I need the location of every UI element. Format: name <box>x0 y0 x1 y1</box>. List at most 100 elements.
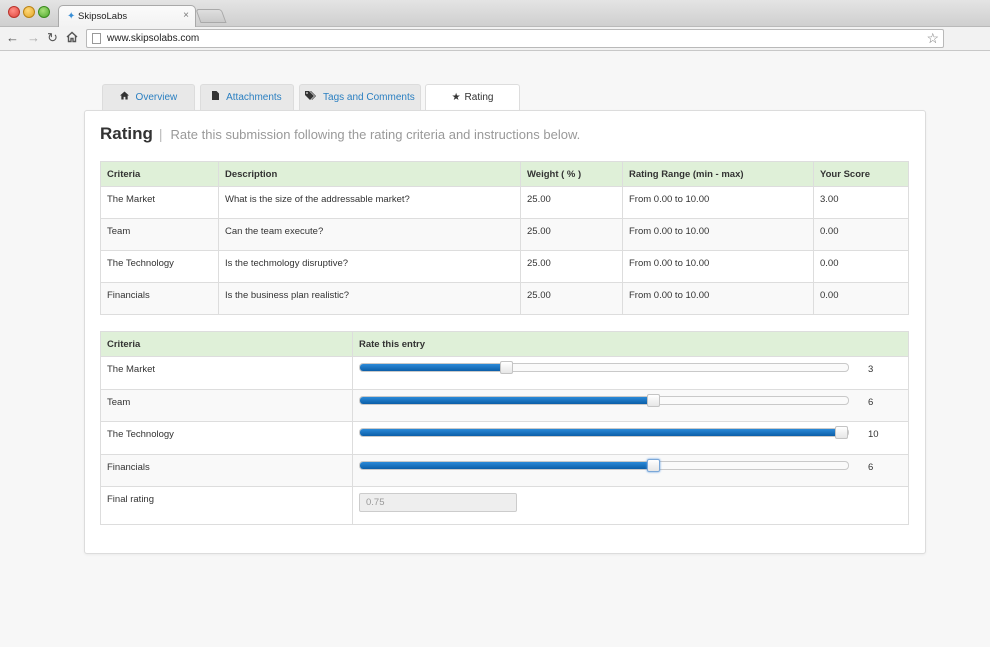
page-icon <box>92 33 101 44</box>
final-rating-cell <box>352 486 909 525</box>
column-header: Description <box>218 161 521 187</box>
slider-fill <box>360 429 841 436</box>
home-button-icon[interactable] <box>66 31 78 46</box>
page-subtitle: Rate this submission following the ratin… <box>170 127 581 142</box>
slider-handle[interactable] <box>646 393 660 407</box>
rating-slider-team[interactable] <box>359 393 849 407</box>
tab-rating[interactable]: ★ Rating <box>425 84 520 111</box>
slider-handle[interactable] <box>646 458 660 472</box>
description-cell: Can the team execute? <box>218 218 521 251</box>
file-icon <box>212 91 222 103</box>
address-url: www.skipsolabs.com <box>107 33 200 44</box>
tab-attachments-label: Attachments <box>226 92 282 103</box>
weight-cell: 25.00 <box>520 250 623 283</box>
weight-cell: 25.00 <box>520 218 623 251</box>
rating-criteria-cell: The Market <box>100 356 353 390</box>
description-cell: Is the business plan realistic? <box>218 282 521 315</box>
column-header: Your Score <box>813 161 909 187</box>
new-tab-button[interactable] <box>195 9 227 23</box>
weight-cell: 25.00 <box>520 186 623 219</box>
slider-fill <box>360 461 653 469</box>
tab-tags-and-comments[interactable]: Tags and Comments <box>299 84 421 110</box>
rating-slider-technology[interactable] <box>359 426 849 439</box>
slider-handle[interactable] <box>835 426 848 439</box>
address-bar[interactable]: www.skipsolabs.com ☆ <box>86 29 944 48</box>
criteria-cell: Financials <box>100 282 219 315</box>
slider-fill <box>360 364 507 371</box>
column-header: Rate this entry <box>352 331 909 357</box>
rating-criteria-cell: Financials <box>100 453 353 487</box>
slider-fill <box>360 396 653 404</box>
table-row: Financials Is the business plan realisti… <box>100 282 909 315</box>
table-row: Team Can the team execute? 25.00 From 0.… <box>100 218 909 251</box>
browser-titlebar: ✦ SkipsoLabs × <box>0 0 990 28</box>
score-cell: 0.00 <box>813 218 909 251</box>
browser-tab[interactable]: ✦ SkipsoLabs × <box>58 5 196 28</box>
final-rating-label: Final rating <box>100 486 353 525</box>
table-row: The Technology 10 <box>100 421 909 455</box>
star-icon: ★ <box>451 92 461 103</box>
tags-icon <box>305 91 319 103</box>
criteria-cell: Team <box>100 218 219 251</box>
tab-overview-label: Overview <box>135 92 178 103</box>
weight-cell: 25.00 <box>520 282 623 315</box>
range-cell: From 0.00 to 10.00 <box>622 186 814 219</box>
close-window-button[interactable] <box>8 6 20 18</box>
home-icon <box>119 91 132 103</box>
range-cell: From 0.00 to 10.00 <box>622 218 814 251</box>
browser-tab-title: SkipsoLabs <box>78 11 128 22</box>
table-row: Team 6 <box>100 388 909 422</box>
description-cell: What is the size of the addressable mark… <box>218 186 521 219</box>
slider-cell: 3 <box>352 356 909 390</box>
tab-close-icon[interactable]: × <box>183 10 189 21</box>
rating-criteria-cell: Team <box>100 388 353 422</box>
column-header: Criteria <box>100 331 353 357</box>
tab-attachments[interactable]: Attachments <box>200 84 294 110</box>
range-cell: From 0.00 to 10.00 <box>622 282 814 315</box>
slider-cell: 6 <box>352 388 909 422</box>
browser-toolbar: ← → ↻ www.skipsolabs.com ☆ <box>0 27 990 51</box>
slider-value: 6 <box>868 461 874 473</box>
column-header: Rating Range (min - max) <box>622 161 814 187</box>
bookmark-star-icon[interactable]: ☆ <box>926 30 939 47</box>
slider-value: 10 <box>868 429 879 440</box>
slider-cell: 6 <box>352 453 909 487</box>
skipsolabs-favicon-icon: ✦ <box>67 11 76 22</box>
description-cell: Is the techmology disruptive? <box>218 250 521 283</box>
table-row: Financials 6 <box>100 453 909 487</box>
table-row: The Technology Is the techmology disrupt… <box>100 250 909 283</box>
score-cell: 0.00 <box>813 250 909 283</box>
final-rating-input <box>359 493 517 512</box>
table-row: The Market What is the size of the addre… <box>100 186 909 219</box>
rating-slider-market[interactable] <box>359 361 849 374</box>
slider-value: 6 <box>868 396 874 408</box>
column-header: Criteria <box>100 161 219 187</box>
page-heading: Rating | Rate this submission following th… <box>100 124 580 144</box>
column-header: Weight ( % ) <box>520 161 623 187</box>
tab-tags-and-comments-label: Tags and Comments <box>323 92 415 103</box>
forward-arrow-icon[interactable]: → <box>27 31 40 45</box>
rating-slider-financials[interactable] <box>359 458 849 472</box>
page-title: Rating <box>100 124 153 143</box>
reload-icon[interactable]: ↻ <box>47 31 58 45</box>
minimize-window-button[interactable] <box>23 6 35 18</box>
heading-separator: | <box>158 126 163 142</box>
rating-table: Criteria Rate this entry The Market 3 Te… <box>100 331 909 525</box>
zoom-window-button[interactable] <box>38 6 50 18</box>
criteria-table-header: Criteria Description Weight ( % ) Rating… <box>100 161 909 187</box>
score-cell: 3.00 <box>813 186 909 219</box>
slider-handle[interactable] <box>500 361 514 374</box>
tab-rating-label: Rating <box>464 92 494 103</box>
score-cell: 0.00 <box>813 282 909 315</box>
criteria-table: Criteria Description Weight ( % ) Rating… <box>100 161 909 315</box>
criteria-cell: The Market <box>100 186 219 219</box>
tab-overview[interactable]: Overview <box>102 84 195 110</box>
rating-criteria-cell: The Technology <box>100 421 353 455</box>
final-rating-row: Final rating <box>100 486 909 525</box>
back-arrow-icon[interactable]: ← <box>6 31 19 45</box>
rating-table-header: Criteria Rate this entry <box>100 331 909 357</box>
slider-value: 3 <box>868 364 874 375</box>
criteria-cell: The Technology <box>100 250 219 283</box>
table-row: The Market 3 <box>100 356 909 390</box>
range-cell: From 0.00 to 10.00 <box>622 250 814 283</box>
